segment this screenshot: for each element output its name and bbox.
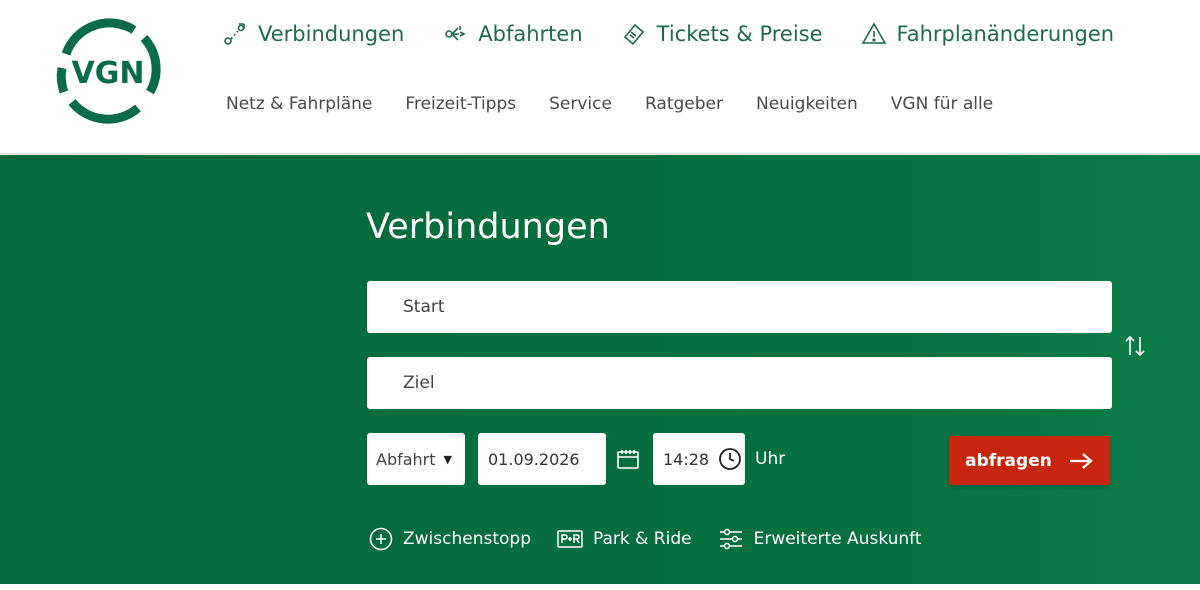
nav-fahrplanaenderungen[interactable]: Fahrplanänderungen xyxy=(861,21,1115,47)
submit-label: abfragen xyxy=(965,450,1052,471)
snav-vgn-fuer-alle[interactable]: VGN für alle xyxy=(891,94,993,114)
nav-label: Tickets & Preise xyxy=(656,22,823,46)
park-ride-link[interactable]: Park & Ride xyxy=(557,529,692,549)
route-icon xyxy=(224,23,245,45)
nav-abfahrten[interactable]: Abfahrten xyxy=(442,21,583,47)
option-label: Zwischenstopp xyxy=(403,529,531,549)
time-input[interactable]: 14:28 xyxy=(653,433,745,485)
caret-down-icon: ▼ xyxy=(443,452,452,466)
secondary-nav: Netz & Fahrpläne Freizeit-Tipps Service … xyxy=(226,94,1026,114)
connection-search-panel: Verbindungen Abfahrt ▼ 01.09.2026 14:28 … xyxy=(0,155,1200,584)
option-label: Erweiterte Auskunft xyxy=(753,529,922,549)
zwischenstopp-link[interactable]: Zwischenstopp xyxy=(369,527,531,551)
departures-icon xyxy=(445,26,467,41)
erweiterte-auskunft-link[interactable]: Erweiterte Auskunft xyxy=(718,527,922,551)
nav-tickets[interactable]: Tickets & Preise xyxy=(621,21,823,47)
nav-label: Fahrplanänderungen xyxy=(896,22,1115,46)
select-value: Abfahrt xyxy=(376,449,436,469)
departure-mode-select[interactable]: Abfahrt ▼ xyxy=(367,433,465,485)
start-input[interactable] xyxy=(367,281,1112,333)
plus-circle-icon xyxy=(369,527,393,551)
swap-icon[interactable] xyxy=(1120,331,1150,361)
vgn-logo[interactable]: VGN xyxy=(52,16,164,128)
sliders-icon xyxy=(719,528,742,550)
clock-icon xyxy=(719,448,741,470)
abfragen-button[interactable]: abfragen xyxy=(949,436,1110,485)
date-input[interactable]: 01.09.2026 xyxy=(478,433,606,485)
date-value: 01.09.2026 xyxy=(488,449,580,469)
time-value: 14:28 xyxy=(663,449,710,469)
arrow-right-icon xyxy=(1069,452,1093,469)
option-label: Park & Ride xyxy=(593,529,692,549)
park-ride-icon xyxy=(557,530,583,548)
ticket-icon xyxy=(623,23,644,46)
search-options: Zwischenstopp Park & Ride Erweiterte Aus… xyxy=(369,527,948,551)
snav-netz-fahrplaene[interactable]: Netz & Fahrpläne xyxy=(226,94,372,114)
site-header: VGN Verbindungen Abfahrten Tickets & Pre… xyxy=(0,0,1200,154)
time-unit-label: Uhr xyxy=(755,449,786,469)
panel-title: Verbindungen xyxy=(366,207,610,247)
snav-ratgeber[interactable]: Ratgeber xyxy=(645,94,723,114)
snav-freizeit-tipps[interactable]: Freizeit-Tipps xyxy=(405,94,516,114)
warning-icon xyxy=(861,22,886,44)
snav-service[interactable]: Service xyxy=(549,94,612,114)
nav-label: Abfahrten xyxy=(478,22,583,46)
nav-verbindungen[interactable]: Verbindungen xyxy=(222,21,404,47)
calendar-icon[interactable] xyxy=(616,447,640,471)
page-bottom-strip xyxy=(0,584,1200,590)
snav-neuigkeiten[interactable]: Neuigkeiten xyxy=(756,94,858,114)
logo-text: VGN xyxy=(72,56,145,91)
primary-nav: Verbindungen Abfahrten Tickets & Preise … xyxy=(222,18,1152,50)
nav-label: Verbindungen xyxy=(258,22,405,46)
ziel-input[interactable] xyxy=(367,357,1112,409)
